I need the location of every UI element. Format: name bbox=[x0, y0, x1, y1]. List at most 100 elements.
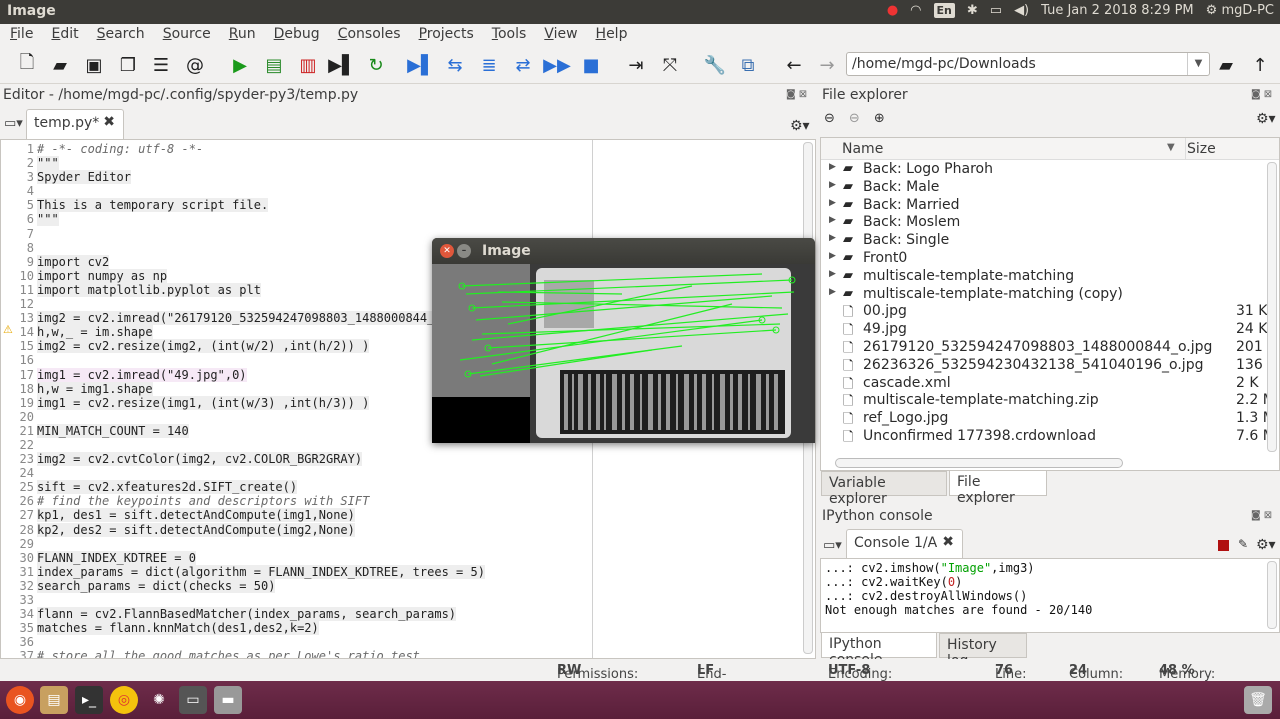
image-window-titlebar[interactable]: ✕ – Image bbox=[432, 238, 815, 264]
folder-row[interactable]: ▶ ▰ multiscale-template-matching (copy) bbox=[821, 286, 1279, 304]
console-output[interactable]: ...: cv2.imshow("Image",img3) ...: cv2.w… bbox=[820, 558, 1280, 633]
step-return-icon[interactable]: ⇄ bbox=[511, 53, 535, 77]
clear-console-icon[interactable]: ✎ bbox=[1238, 537, 1248, 551]
rerun-icon[interactable]: ↻ bbox=[364, 53, 388, 77]
username[interactable]: mgD-PC bbox=[1221, 3, 1274, 18]
code-line[interactable]: 29 bbox=[1, 537, 485, 551]
file-row[interactable]: 🗋 49.jpg 24 K bbox=[821, 321, 1279, 339]
run-selection-icon[interactable]: ▶▌ bbox=[328, 53, 356, 77]
folder-row[interactable]: ▶ ▰ Back: Single bbox=[821, 232, 1279, 250]
code-line[interactable]: 22 bbox=[1, 438, 485, 452]
sort-down-icon[interactable]: ▼ bbox=[1167, 142, 1175, 153]
menu-source[interactable]: Source bbox=[153, 24, 219, 46]
stop-kernel-icon[interactable] bbox=[1218, 540, 1229, 551]
image-window-icon[interactable]: ▭ bbox=[179, 686, 207, 714]
console-options-gear-icon[interactable]: ⚙▾ bbox=[1256, 537, 1276, 553]
code-line[interactable]: 36 bbox=[1, 635, 485, 649]
file-row[interactable]: 🗋 cascade.xml 2 K bbox=[821, 375, 1279, 393]
code-line[interactable]: 6 """ bbox=[1, 212, 485, 227]
code-line[interactable]: 9 import cv2 bbox=[1, 254, 485, 269]
expand-arrow-icon[interactable]: ▶ bbox=[829, 162, 836, 172]
spyder-icon[interactable]: ✺ bbox=[145, 686, 173, 714]
file-row[interactable]: 🗋 ref_Logo.jpg 1.3 M bbox=[821, 410, 1279, 428]
step-icon[interactable]: ⇆ bbox=[443, 53, 467, 77]
menu-consoles[interactable]: Consoles bbox=[328, 24, 409, 46]
file-list[interactable]: Name ▼ Size ▶ ▰ Back: Logo Pharoh ▶ ▰ Back: M… bbox=[820, 137, 1280, 471]
volume-icon[interactable]: ◀) bbox=[1014, 3, 1029, 18]
menu-run[interactable]: Run bbox=[219, 24, 264, 46]
save-all-icon[interactable]: ❐ bbox=[116, 53, 140, 77]
menu-edit[interactable]: Edit bbox=[41, 24, 86, 46]
expand-arrow-icon[interactable]: ▶ bbox=[829, 251, 836, 261]
battery-icon[interactable]: ▭ bbox=[990, 3, 1002, 18]
code-line[interactable]: 33 bbox=[1, 593, 485, 607]
code-line[interactable]: 15 img2 = cv2.resize(img2, (int(w/2) ,int… bbox=[1, 339, 485, 354]
at-icon[interactable]: @ bbox=[183, 53, 207, 77]
code-line[interactable]: 7 bbox=[1, 227, 485, 241]
expand-arrow-icon[interactable]: ▶ bbox=[829, 233, 836, 243]
code-line[interactable]: 13 img2 = cv2.imread("26179120_5325942470… bbox=[1, 311, 485, 326]
clock[interactable]: Tue Jan 2 2018 8:29 PM bbox=[1041, 3, 1194, 18]
file-row[interactable]: 🗋 26179120_532594247098803_1488000844_o.j… bbox=[821, 339, 1279, 357]
code-line[interactable]: 20 bbox=[1, 410, 485, 424]
menu-debug[interactable]: Debug bbox=[264, 24, 328, 46]
editor-pane-controls[interactable]: ◙⊠ bbox=[786, 89, 810, 100]
code-line[interactable]: 25 sift = cv2.xfeatures2d.SIFT_create() bbox=[1, 480, 485, 495]
menu-search[interactable]: Search bbox=[87, 24, 153, 46]
code-line[interactable]: 26 # find the keypoints and descriptors w… bbox=[1, 494, 485, 508]
horizontal-scrollbar[interactable] bbox=[835, 458, 1123, 468]
back-icon[interactable]: ⊖ bbox=[824, 111, 849, 126]
parent-directory-icon[interactable]: ↑ bbox=[1248, 53, 1272, 77]
browse-folder-icon[interactable]: ▰ bbox=[1214, 53, 1238, 77]
step-into-icon[interactable]: ≣ bbox=[477, 53, 501, 77]
close-icon[interactable]: ✕ bbox=[440, 244, 454, 258]
code-line[interactable]: 28 kp2, des2 = sift.detectAndCompute(img2… bbox=[1, 522, 485, 537]
preferences-wrench-icon[interactable]: 🔧 bbox=[703, 53, 727, 77]
code-line[interactable]: 8 bbox=[1, 241, 485, 255]
file-manager-icon[interactable]: ▤ bbox=[40, 686, 68, 714]
up-icon[interactable]: ⊕ bbox=[874, 111, 899, 126]
code-line[interactable]: 30 FLANN_INDEX_KDTREE = 0 bbox=[1, 550, 485, 565]
tab-file-explorer[interactable]: File explorer bbox=[949, 471, 1047, 506]
run-cell-advance-icon[interactable]: ▥ bbox=[296, 53, 320, 77]
code-line[interactable]: 14 h,w,_ = im.shape bbox=[1, 325, 485, 340]
code-line[interactable]: 5 This is a temporary script file. bbox=[1, 198, 485, 213]
code-line[interactable]: 3 Spyder Editor bbox=[1, 170, 485, 185]
console-scrollbar[interactable] bbox=[1267, 561, 1277, 629]
save-icon[interactable]: ▣ bbox=[82, 53, 106, 77]
folder-row[interactable]: ▶ ▰ multiscale-template-matching bbox=[821, 268, 1279, 286]
menu-file[interactable]: File bbox=[0, 24, 41, 46]
browse-console-tabs-icon[interactable]: ▭▾ bbox=[823, 538, 842, 553]
new-file-icon[interactable]: 🗋 bbox=[15, 52, 39, 77]
code-line[interactable]: 27 kp1, des1 = sift.detectAndCompute(img1… bbox=[1, 508, 485, 523]
code-line[interactable]: 11 import matplotlib.pyplot as plt bbox=[1, 282, 485, 297]
tab-ipython-console[interactable]: IPython console bbox=[821, 633, 937, 668]
column-header-name[interactable]: Name bbox=[842, 141, 883, 157]
tab-variable-explorer[interactable]: Variable explorer bbox=[821, 471, 947, 507]
fullscreen-icon[interactable]: ⤧ bbox=[658, 53, 682, 77]
trash-icon[interactable]: 🗑 bbox=[1244, 686, 1272, 714]
code-line[interactable]: 31 index_params = dict(algorithm = FLANN_… bbox=[1, 564, 485, 579]
tab-history-log[interactable]: History log bbox=[939, 633, 1027, 669]
run-cell-icon[interactable]: ▤ bbox=[262, 53, 286, 77]
file-row[interactable]: 🗋 26236326_532594230432138_541040196_o.jp… bbox=[821, 357, 1279, 375]
code-line[interactable]: 18 h,w = img1.shape bbox=[1, 381, 485, 396]
run-icon[interactable]: ▶ bbox=[228, 53, 252, 77]
expand-arrow-icon[interactable]: ▶ bbox=[829, 287, 836, 297]
close-icon[interactable]: ✖ bbox=[942, 534, 954, 550]
back-arrow-icon[interactable]: ← bbox=[782, 53, 806, 77]
code-line[interactable]: 21 MIN_MATCH_COUNT = 140 bbox=[1, 423, 485, 438]
folder-row[interactable]: ▶ ▰ Back: Male bbox=[821, 179, 1279, 197]
folder-row[interactable]: ▶ ▰ Front0 bbox=[821, 250, 1279, 268]
file-row[interactable]: 🗋 00.jpg 31 K bbox=[821, 303, 1279, 321]
code-line[interactable]: 34 flann = cv2.FlannBasedMatcher(index_pa… bbox=[1, 607, 485, 622]
forward-icon[interactable]: ⊖ bbox=[849, 111, 874, 126]
folder-row[interactable]: ▶ ▰ Back: Logo Pharoh bbox=[821, 161, 1279, 179]
expand-arrow-icon[interactable]: ▶ bbox=[829, 269, 836, 279]
editor-options-gear-icon[interactable]: ⚙▾ bbox=[790, 118, 810, 134]
code-line[interactable]: 4 bbox=[1, 184, 485, 198]
minimize-icon[interactable]: – bbox=[457, 244, 471, 258]
list-icon[interactable]: ☰ bbox=[149, 53, 173, 77]
debug-icon[interactable]: ▶▌ bbox=[407, 53, 435, 77]
menu-tools[interactable]: Tools bbox=[482, 24, 535, 46]
